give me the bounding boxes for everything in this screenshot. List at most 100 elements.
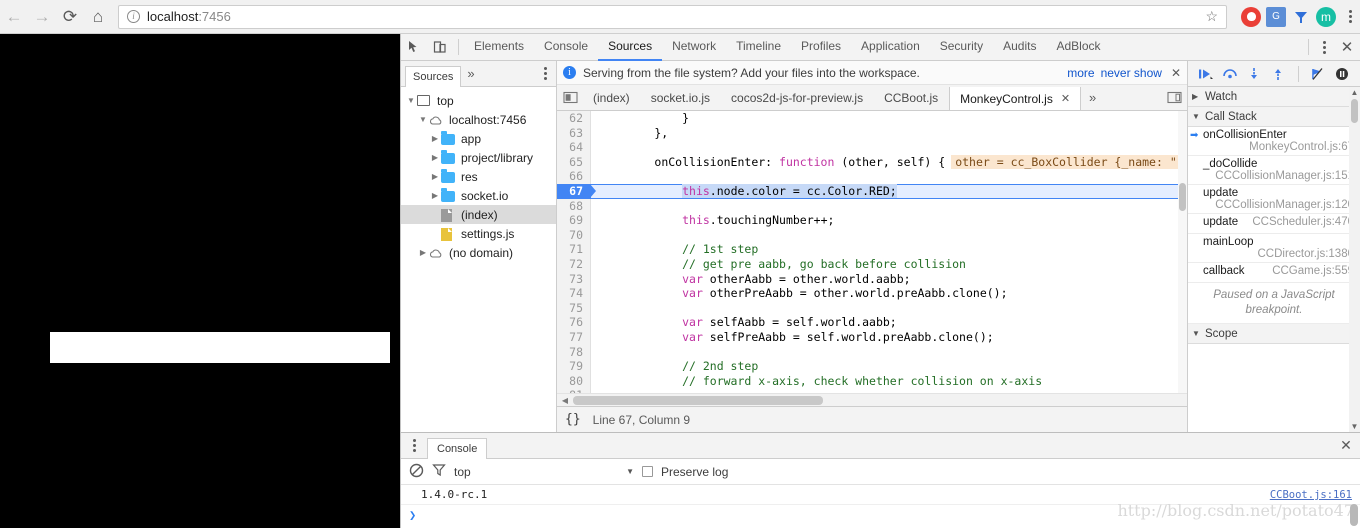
infobar-more-link[interactable]: more	[1067, 66, 1094, 80]
editor-horizontal-scrollbar[interactable]: ◀	[557, 393, 1187, 406]
navigator-menu-icon[interactable]	[534, 67, 556, 80]
twisty-icon[interactable]: ▶	[429, 153, 441, 162]
pause-on-exceptions-button[interactable]	[1332, 64, 1352, 84]
tree-item-localhost[interactable]: ▼ localhost:7456	[401, 110, 556, 129]
tree-item-app[interactable]: ▶ app	[401, 129, 556, 148]
chrome-menu-icon[interactable]	[1340, 10, 1360, 23]
step-over-button[interactable]	[1220, 64, 1240, 84]
opera-vpn-icon[interactable]	[1241, 6, 1261, 27]
tree-item-index[interactable]: ▶ (index)	[401, 205, 556, 224]
forward-icon[interactable]: →	[28, 3, 56, 31]
preserve-log-checkbox[interactable]	[642, 466, 653, 477]
file-tab-socket-io-js[interactable]: socket.io.js	[641, 85, 721, 110]
step-into-button[interactable]	[1244, 64, 1264, 84]
infobar-close-icon[interactable]: ✕	[1171, 66, 1181, 80]
scroll-up-icon[interactable]: ▲	[1349, 87, 1360, 98]
file-tab-monkeycontrol-js[interactable]: MonkeyControl.js ✕	[949, 87, 1082, 110]
debugger-scrollbar[interactable]: ▲ ▼	[1349, 87, 1360, 432]
devtools-close-icon[interactable]: ✕	[1334, 38, 1360, 56]
file-tab-cocos2d-js-for-preview-js[interactable]: cocos2d-js-for-preview.js	[721, 85, 874, 110]
back-icon[interactable]: ←	[0, 3, 28, 31]
call-stack-frame[interactable]: callback CCGame.js:559	[1188, 263, 1360, 283]
call-stack-frame[interactable]: ➡ onCollisionEnter MonkeyControl.js:67	[1188, 127, 1360, 156]
yandex-icon[interactable]	[1291, 7, 1311, 27]
call-stack-frame[interactable]: _doCollide CCCollisionManager.js:151	[1188, 156, 1360, 185]
console-context-selector[interactable]: top ▼	[454, 465, 634, 479]
tab-profiles[interactable]: Profiles	[791, 34, 851, 61]
inspect-element-icon[interactable]	[401, 34, 427, 60]
pretty-print-icon[interactable]: {}	[565, 412, 581, 427]
tree-item-settings-js[interactable]: ▶ settings.js	[401, 224, 556, 243]
device-toolbar-icon[interactable]	[427, 34, 453, 60]
clear-console-icon[interactable]	[409, 463, 424, 481]
scroll-down-icon[interactable]: ▼	[1349, 421, 1360, 432]
profile-avatar[interactable]: m	[1316, 6, 1336, 27]
editor-vertical-scrollbar[interactable]	[1178, 111, 1187, 393]
tab-timeline[interactable]: Timeline	[726, 34, 791, 61]
show-debug-sidebar-icon[interactable]	[1161, 91, 1187, 104]
tab-security[interactable]: Security	[930, 34, 993, 61]
tree-item-socketio[interactable]: ▶ socket.io	[401, 186, 556, 205]
drawer-menu-icon[interactable]	[401, 439, 427, 452]
file-tab-ccboot-js[interactable]: CCBoot.js	[874, 85, 949, 110]
more-tabs-icon[interactable]: »	[1081, 85, 1104, 110]
tree-item-res[interactable]: ▶ res	[401, 167, 556, 186]
chevron-down-icon[interactable]: ▼	[626, 467, 634, 476]
twisty-icon[interactable]: ▶	[417, 248, 429, 257]
chevron-down-icon[interactable]: ▼	[1192, 112, 1205, 121]
infobar-never-show-link[interactable]: never show	[1101, 66, 1162, 80]
devtools-body: Sources » ▼ top ▼ localhost:7456 ▶ app ▶…	[401, 61, 1360, 432]
console-scrollbar-thumb[interactable]	[1350, 504, 1358, 526]
tab-console[interactable]: Console	[534, 34, 598, 61]
resume-script-button[interactable]	[1196, 64, 1216, 84]
scrollbar-thumb[interactable]	[573, 395, 823, 405]
console-message-source-link[interactable]: CCBoot.js:161	[1270, 489, 1352, 501]
twisty-icon[interactable]: ▼	[405, 96, 417, 105]
site-info-icon[interactable]: i	[127, 10, 140, 23]
drawer-tab-console[interactable]: Console	[427, 437, 488, 459]
tab-elements[interactable]: Elements	[464, 34, 534, 61]
file-tab-index[interactable]: (index)	[583, 85, 641, 110]
code-editor[interactable]: 62 } 63 }, 64 65 onCollisionEnter: funct…	[557, 111, 1187, 393]
google-translate-icon[interactable]: G	[1266, 6, 1286, 27]
call-stack-frame[interactable]: mainLoop CCDirector.js:1380	[1188, 234, 1360, 263]
scrollbar-thumb[interactable]	[1351, 99, 1358, 123]
scrollbar-thumb[interactable]	[1179, 183, 1186, 211]
tab-audits[interactable]: Audits	[993, 34, 1046, 61]
tree-item-project-library[interactable]: ▶ project/library	[401, 148, 556, 167]
reload-icon[interactable]: ⟳	[56, 3, 84, 31]
twisty-icon[interactable]: ▶	[429, 172, 441, 181]
twisty-icon[interactable]: ▼	[417, 115, 429, 124]
devtools-menu-icon[interactable]	[1314, 40, 1334, 54]
tab-network[interactable]: Network	[662, 34, 726, 61]
close-icon[interactable]: ✕	[1061, 92, 1070, 105]
navigator-tab-sources[interactable]: Sources	[405, 65, 462, 87]
tree-item-no-domain[interactable]: ▶ (no domain)	[401, 243, 556, 262]
step-out-button[interactable]	[1268, 64, 1288, 84]
call-stack-frame[interactable]: update CCScheduler.js:470	[1188, 214, 1360, 234]
section-watch[interactable]: ▶ Watch	[1188, 87, 1360, 107]
home-icon[interactable]: ⌂	[84, 3, 112, 31]
drawer-close-icon[interactable]: ✕	[1332, 437, 1360, 454]
section-scope[interactable]: ▼ Scope	[1188, 324, 1360, 344]
tab-sources[interactable]: Sources	[598, 34, 663, 61]
twisty-icon[interactable]: ▶	[429, 134, 441, 143]
tab-application[interactable]: Application	[851, 34, 930, 61]
console-prompt[interactable]: ❯	[401, 505, 1360, 525]
filter-icon[interactable]	[432, 463, 446, 480]
chevron-down-icon[interactable]: ▼	[1192, 329, 1205, 338]
tab-adblock[interactable]: AdBlock	[1046, 34, 1110, 61]
call-stack-frame[interactable]: update CCCollisionManager.js:120	[1188, 185, 1360, 214]
navigator-more-tabs-icon[interactable]: »	[461, 66, 480, 81]
section-call-stack[interactable]: ▼ Call Stack	[1188, 107, 1360, 127]
address-bar[interactable]: i localhost:7456 ☆	[118, 4, 1227, 29]
show-navigator-icon[interactable]	[557, 85, 583, 110]
twisty-icon[interactable]: ▶	[429, 191, 441, 200]
scroll-left-icon[interactable]: ◀	[559, 396, 571, 405]
bookmark-star-icon[interactable]: ☆	[1205, 8, 1218, 25]
chevron-right-icon[interactable]: ▶	[1192, 92, 1205, 101]
line-number-current[interactable]: 67	[557, 183, 596, 199]
code-line: 81	[557, 388, 1187, 393]
tree-item-top[interactable]: ▼ top	[401, 91, 556, 110]
deactivate-breakpoints-button[interactable]	[1308, 64, 1328, 84]
